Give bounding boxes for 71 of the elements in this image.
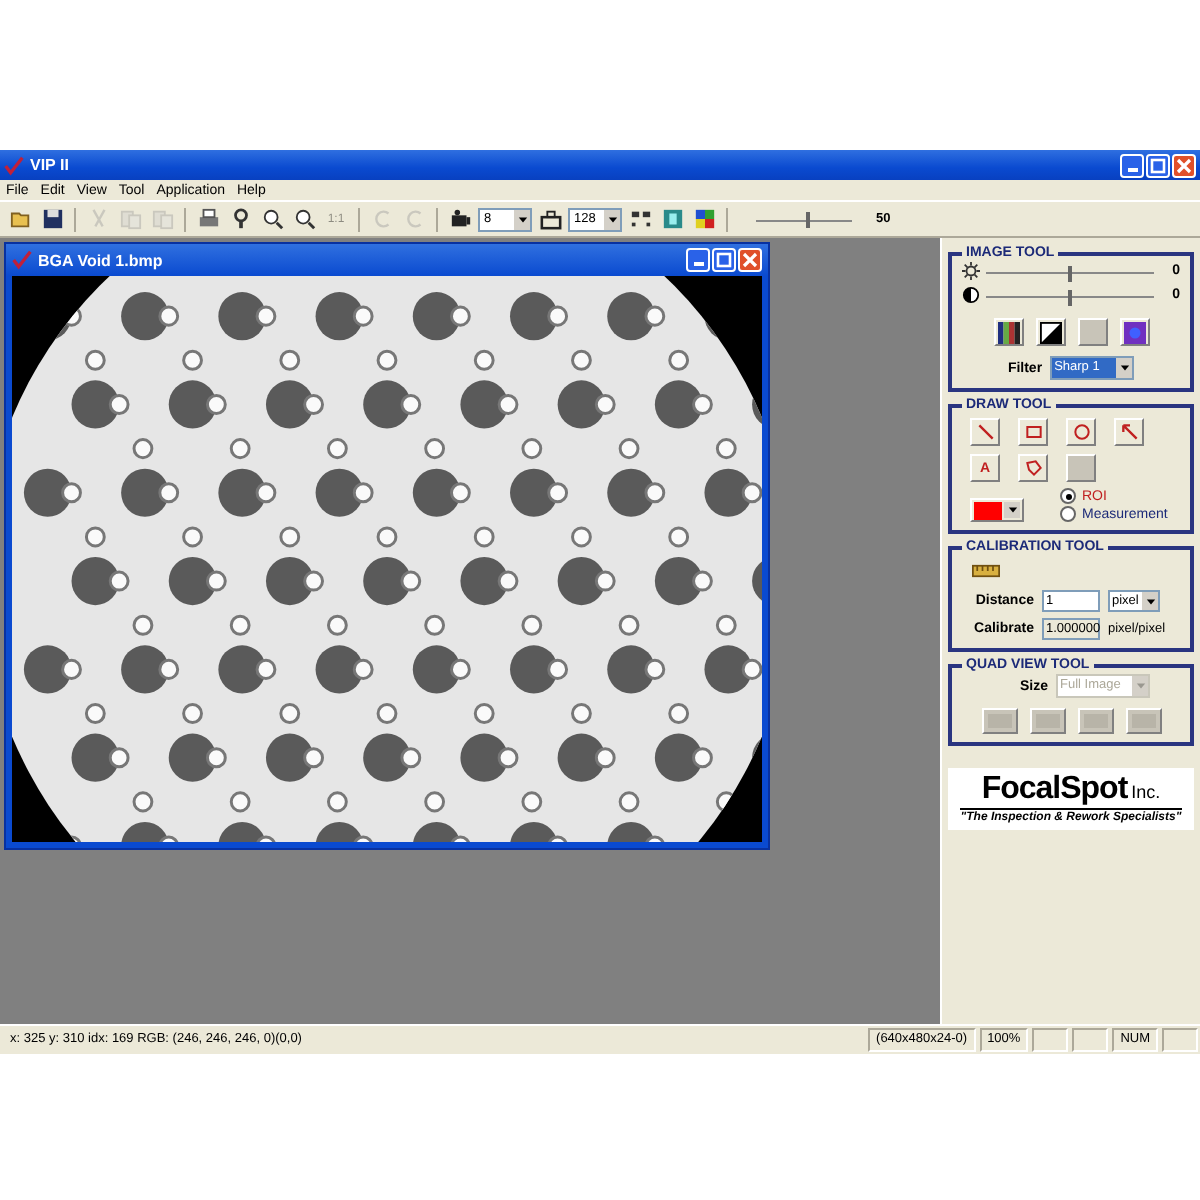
invert-button[interactable]: [1035, 318, 1065, 346]
magnifier-icon: [261, 208, 283, 230]
maximize-button[interactable]: [1146, 153, 1170, 177]
circle-icon: [1071, 422, 1091, 442]
tile-button[interactable]: [658, 205, 686, 233]
rotate-icon: [371, 208, 393, 230]
polygon-icon: [1023, 458, 1043, 478]
minimize-button[interactable]: [686, 248, 710, 272]
sun-icon: [962, 262, 980, 280]
gradient-button[interactable]: [1119, 318, 1149, 346]
folder-icon: [9, 208, 31, 230]
close-icon: [742, 252, 758, 268]
ruler-icon: [970, 563, 1002, 577]
zoom-slider[interactable]: [756, 207, 852, 231]
caret-icon: [1135, 682, 1145, 690]
adjust-slider[interactable]: [986, 286, 1154, 304]
logo-suffix: Inc.: [1131, 782, 1161, 802]
rectangle-tool-button[interactable]: [1018, 418, 1048, 446]
save-button[interactable]: [38, 205, 66, 233]
maximize-button[interactable]: [712, 248, 736, 272]
maximize-icon: [716, 252, 732, 268]
status-pane: [1072, 1028, 1109, 1052]
minimize-icon: [693, 262, 703, 266]
half-square-icon: [1039, 321, 1061, 343]
ellipse-tool-button[interactable]: [1066, 418, 1096, 446]
tile-icon: [661, 208, 683, 230]
window-title: VIP II: [30, 156, 71, 174]
grid-icon: [629, 208, 651, 230]
arrow-icon: [1119, 422, 1139, 442]
printer-icon: [197, 208, 219, 230]
color-bars-button[interactable]: [993, 318, 1023, 346]
scissors-icon: [87, 208, 109, 230]
document-title: BGA Void 1.bmp: [38, 251, 165, 269]
caret-icon: [1007, 506, 1017, 514]
paste-icon: [151, 208, 173, 230]
color-swatch: [974, 501, 1002, 519]
close-button[interactable]: [738, 248, 762, 272]
line-tool-button[interactable]: [970, 418, 1000, 446]
maximize-icon: [1150, 157, 1166, 173]
copy-icon: [119, 208, 141, 230]
camera-icon: [449, 208, 471, 230]
rotate-icon: [403, 208, 425, 230]
contrast-icon: [962, 286, 980, 304]
arrow-tool-button[interactable]: [1114, 418, 1144, 446]
status-pane: [1162, 1028, 1198, 1052]
magnifier-icon: [293, 208, 315, 230]
capture-button[interactable]: [536, 205, 564, 233]
help-icon: [229, 208, 251, 230]
status-pane: [1032, 1028, 1069, 1052]
palette-icon: [693, 208, 715, 230]
minimize-icon: [1127, 167, 1137, 171]
caret-icon: [1145, 597, 1156, 605]
polygon-tool-button[interactable]: [1018, 454, 1048, 482]
color-bars-icon: [997, 321, 1019, 343]
close-button[interactable]: [1172, 153, 1196, 177]
gradient-icon: [1123, 321, 1145, 343]
zoom-out-button[interactable]: [290, 205, 318, 233]
line-icon: [975, 422, 995, 442]
color-picker-button[interactable]: [970, 498, 1024, 522]
checkmark-icon: [12, 250, 32, 270]
caret-icon: [607, 215, 617, 223]
caret-icon: [517, 215, 527, 223]
adjust-slider[interactable]: [986, 262, 1154, 280]
rectangle-icon: [1023, 422, 1043, 442]
caret-icon: [1119, 364, 1130, 372]
logo-name: FocalSpot: [981, 772, 1128, 808]
minimize-button[interactable]: [1120, 153, 1144, 177]
zoom-in-button[interactable]: [258, 205, 286, 233]
close-icon: [1176, 157, 1192, 173]
checkmark-icon: [4, 155, 24, 175]
palette-button[interactable]: [690, 205, 718, 233]
